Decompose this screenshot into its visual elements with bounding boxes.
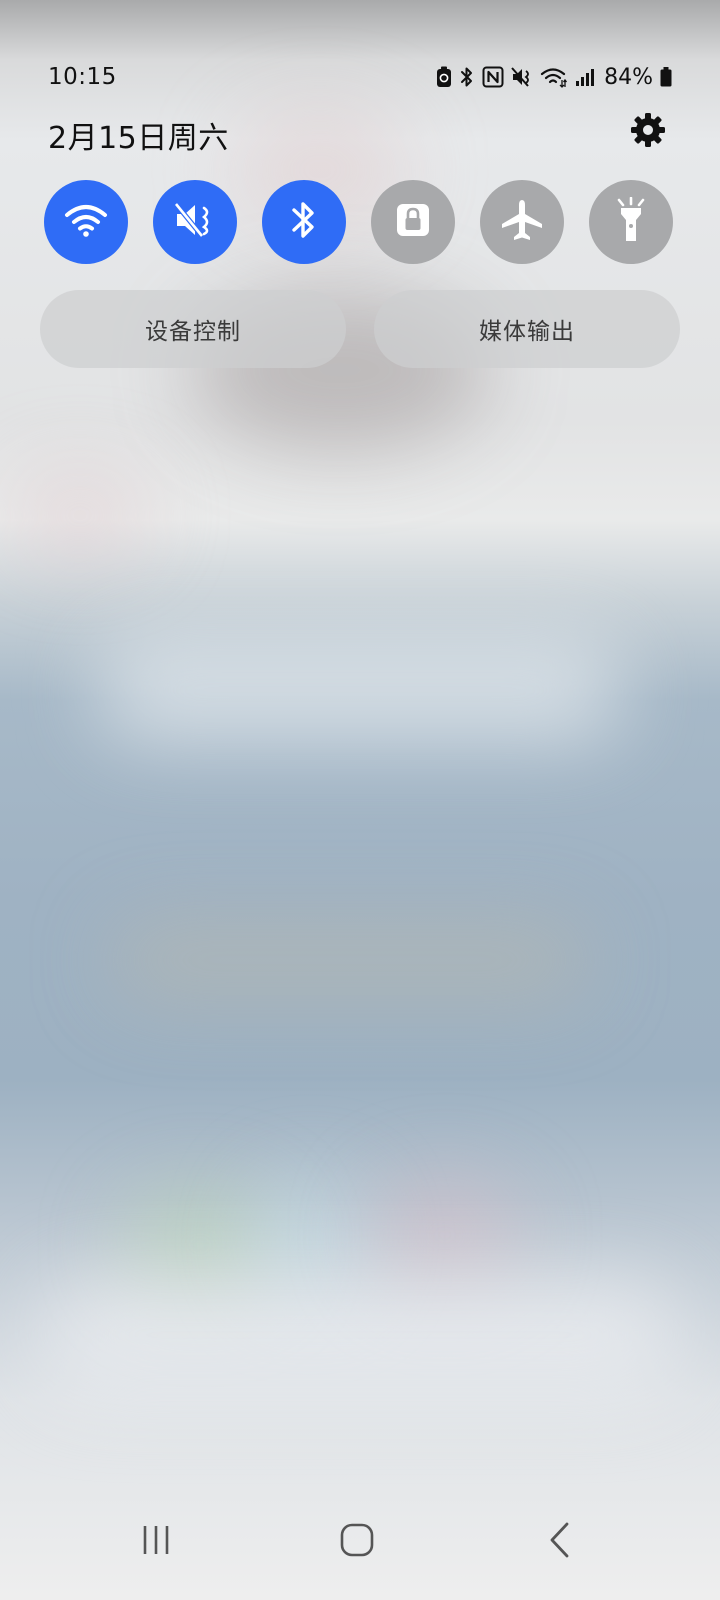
battery-percent: 84% — [604, 64, 653, 90]
flashlight-icon — [614, 196, 648, 247]
home-button[interactable] — [322, 1512, 392, 1572]
mute-toggle[interactable] — [153, 180, 237, 264]
mute-icon — [511, 66, 533, 88]
wifi-toggle[interactable] — [44, 180, 128, 264]
gear-icon — [630, 112, 666, 152]
mute-icon — [173, 200, 217, 244]
nfc-icon — [482, 66, 504, 88]
background-blur — [40, 1280, 680, 1390]
flashlight-toggle[interactable] — [589, 180, 673, 264]
battery-icon — [660, 66, 672, 88]
back-button[interactable] — [525, 1512, 595, 1572]
date-label: 2月15日周六 — [48, 121, 229, 156]
status-time: 10:15 — [48, 64, 117, 90]
navigation-bar — [0, 1490, 720, 1600]
device-control-button[interactable]: 设备控制 — [40, 290, 346, 368]
background-blur — [10, 470, 150, 560]
settings-button[interactable] — [628, 112, 668, 152]
home-icon — [340, 1523, 374, 1561]
rotation-lock-toggle[interactable] — [371, 180, 455, 264]
background-blur — [370, 1180, 520, 1290]
battery-saver-icon — [436, 66, 452, 88]
status-bar: 10:15 84% — [48, 52, 672, 102]
lock-icon — [395, 202, 431, 242]
airplane-mode-toggle[interactable] — [480, 180, 564, 264]
recent-apps-button[interactable] — [121, 1512, 191, 1572]
media-output-button[interactable]: 媒体输出 — [374, 290, 680, 368]
status-icons: 84% — [436, 65, 672, 90]
background-blur — [100, 640, 620, 740]
bluetooth-icon — [289, 199, 319, 245]
signal-icon — [575, 66, 595, 88]
media-output-label: 媒体输出 — [479, 319, 575, 345]
background-blur — [110, 920, 590, 1000]
quick-toggles — [44, 180, 673, 264]
bluetooth-icon — [459, 66, 475, 88]
device-control-label: 设备控制 — [145, 319, 241, 345]
airplane-icon — [499, 197, 545, 247]
back-icon — [548, 1522, 572, 1562]
recent-apps-icon — [139, 1524, 173, 1560]
wifi-icon — [64, 202, 108, 242]
wifi-icon — [540, 66, 568, 88]
bluetooth-toggle[interactable] — [262, 180, 346, 264]
